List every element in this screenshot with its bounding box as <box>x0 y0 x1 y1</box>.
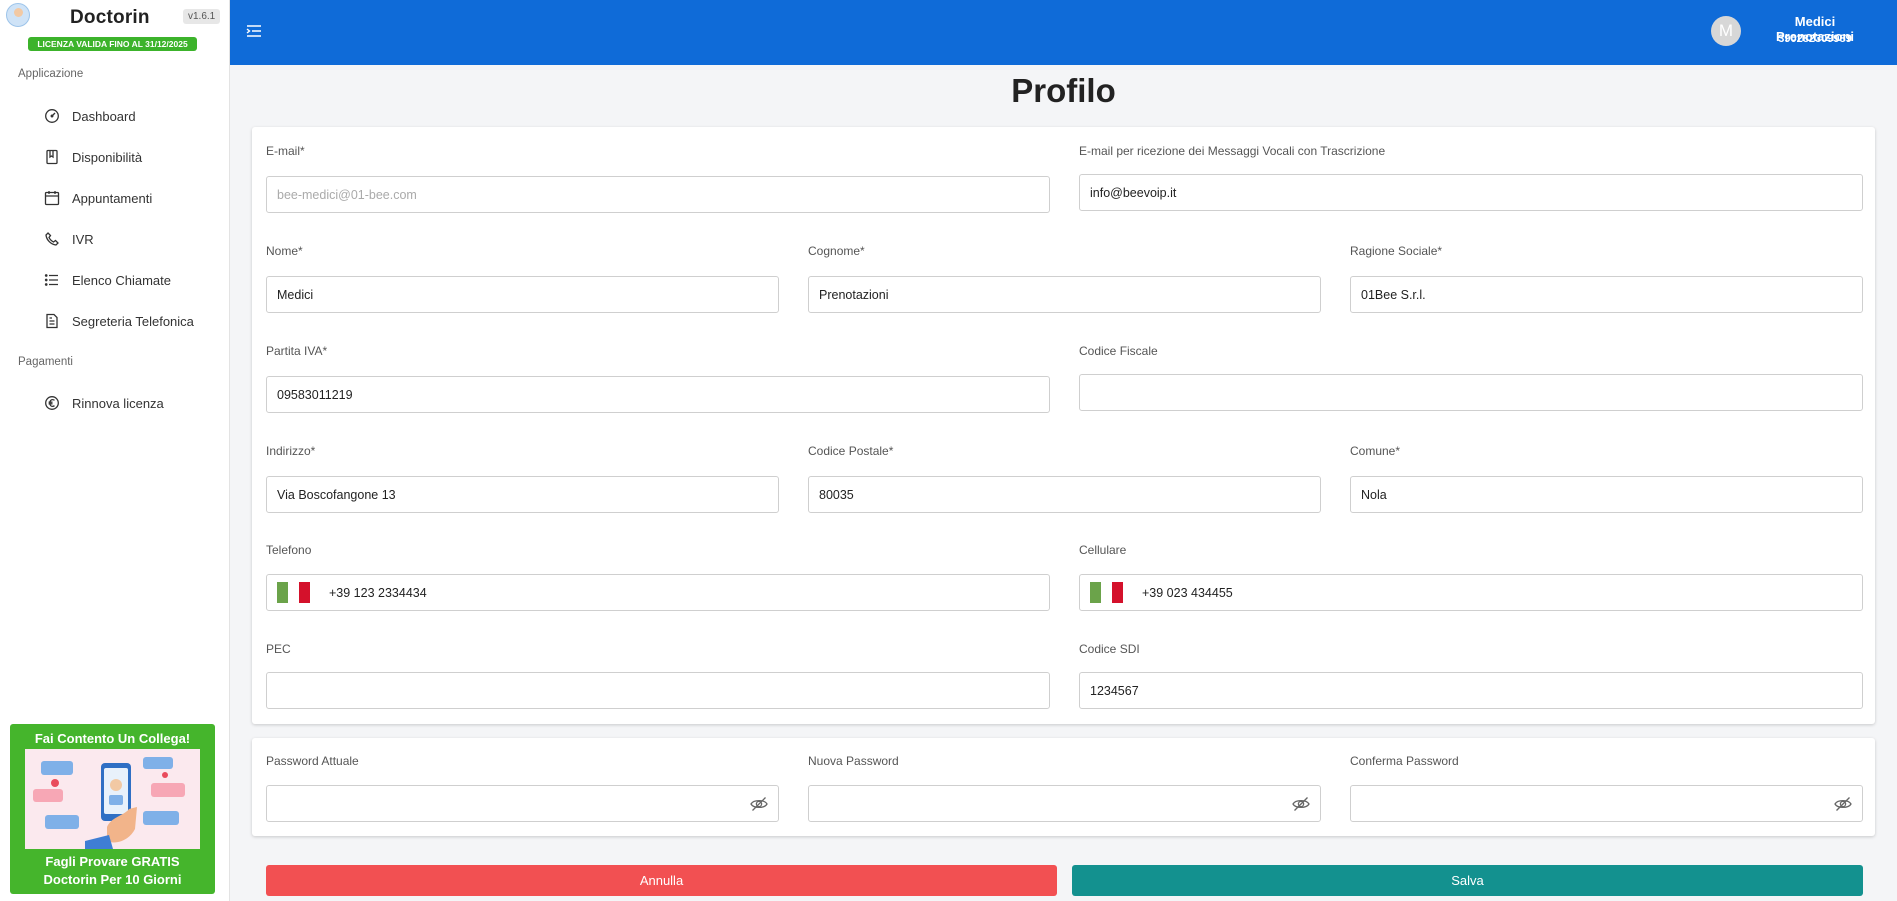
sidebar-item-appuntamenti[interactable]: Appuntamenti <box>44 185 152 211</box>
user-avatar[interactable]: M <box>1711 16 1741 46</box>
nuova-password-field[interactable] <box>808 785 1321 822</box>
book-icon <box>46 149 58 165</box>
partita-iva-field[interactable]: 09583011219 <box>266 376 1050 413</box>
sidebar-item-label: Disponibilità <box>72 149 143 165</box>
promo-illustration <box>25 749 200 849</box>
promo-title: Fai Contento Un Collega! <box>34 731 191 746</box>
brand-name: Doctorin <box>70 7 150 28</box>
cancel-button[interactable]: Annulla <box>266 865 1057 896</box>
sidebar-item-label: Dashboard <box>72 108 136 124</box>
codice-sdi-field[interactable]: 1234567 <box>1079 672 1863 709</box>
version-badge: v1.6.1 <box>183 9 221 24</box>
calendar-icon <box>44 191 60 206</box>
email-voice-label: E-mail per ricezione dei Messaggi Vocali… <box>1079 144 1386 158</box>
codice-fiscale-label: Codice Fiscale <box>1079 344 1158 358</box>
gauge-icon <box>45 109 59 123</box>
telefono-field[interactable]: +39 123 2334434 <box>266 574 1050 611</box>
italy-flag-icon[interactable] <box>277 582 310 603</box>
comune-label: Comune* <box>1350 444 1401 458</box>
sidebar-item-rinnova-licenza[interactable]: Rinnova licenza <box>44 390 164 416</box>
conferma-password-field[interactable] <box>1350 785 1863 822</box>
section-title-applicazione: Applicazione <box>18 68 84 80</box>
italy-flag-icon[interactable] <box>1090 582 1123 603</box>
sidebar-item-segreteria-telefonica[interactable]: Segreteria Telefonica <box>44 308 194 334</box>
brand: Doctorin v1.6.1 LICENZA VALIDA FINO AL 3… <box>0 0 229 56</box>
eye-off-icon[interactable] <box>1834 796 1852 812</box>
sidebar-item-disponibilita[interactable]: Disponibilità <box>44 144 142 170</box>
indirizzo-field[interactable]: Via Boscofangone 13 <box>266 476 779 513</box>
nuova-password-label: Nuova Password <box>808 754 899 768</box>
nome-field[interactable]: Medici <box>266 276 779 313</box>
topbar: M Medici Prenotazioni 390282309989 <box>230 0 1897 65</box>
user-phone: 390282309989 <box>1778 33 1852 45</box>
document-icon <box>46 313 58 329</box>
phone-icon <box>45 232 59 246</box>
list-icon <box>44 274 58 286</box>
email-voice-field[interactable]: info@beevoip.it <box>1079 174 1863 211</box>
sidebar-item-label: IVR <box>72 231 94 247</box>
ragione-sociale-field[interactable]: 01Bee S.r.l. <box>1350 276 1863 313</box>
cognome-field[interactable]: Prenotazioni <box>808 276 1321 313</box>
sidebar-item-label: Rinnova licenza <box>72 395 164 411</box>
sidebar: Doctorin v1.6.1 LICENZA VALIDA FINO AL 3… <box>0 0 230 901</box>
sidebar-item-elenco-chiamate[interactable]: Elenco Chiamate <box>44 267 171 293</box>
cognome-label: Cognome* <box>808 244 865 258</box>
promo-line-1: Fagli Provare GRATIS <box>45 854 180 869</box>
referral-promo[interactable]: Fai Contento Un Collega! Fagli Provare G… <box>10 724 215 894</box>
nome-label: Nome* <box>266 244 303 258</box>
promo-text: Fagli Provare GRATIS Doctorin Per 10 Gio… <box>10 853 215 889</box>
cellulare-label: Cellulare <box>1079 543 1127 557</box>
email-field[interactable]: bee-medici@01-bee.com <box>266 176 1050 213</box>
menu-toggle-icon[interactable] <box>246 24 262 38</box>
license-badge: LICENZA VALIDA FINO AL 31/12/2025 <box>28 37 197 51</box>
telefono-value: +39 123 2334434 <box>329 585 427 600</box>
sidebar-item-ivr[interactable]: IVR <box>44 226 94 252</box>
password-attuale-label: Password Attuale <box>266 754 359 768</box>
section-title-pagamenti: Pagamenti <box>18 356 73 368</box>
sidebar-item-label: Appuntamenti <box>72 190 153 206</box>
sidebar-item-dashboard[interactable]: Dashboard <box>44 103 136 129</box>
euro-icon <box>45 396 59 410</box>
profile-card <box>252 127 1875 724</box>
indirizzo-label: Indirizzo* <box>266 444 316 458</box>
save-button[interactable]: Salva <box>1072 865 1863 896</box>
eye-off-icon[interactable] <box>750 796 768 812</box>
codice-postale-label: Codice Postale* <box>808 444 894 458</box>
conferma-password-label: Conferma Password <box>1350 754 1459 768</box>
promo-line-2: Doctorin Per 10 Giorni <box>43 872 182 887</box>
ragione-sociale-label: Ragione Sociale* <box>1350 244 1443 258</box>
sidebar-item-label: Segreteria Telefonica <box>72 313 194 329</box>
cellulare-value: +39 023 434455 <box>1142 585 1233 600</box>
pec-field[interactable] <box>266 672 1050 709</box>
telefono-label: Telefono <box>266 543 312 557</box>
codice-sdi-label: Codice SDI <box>1079 642 1140 656</box>
partita-iva-label: Partita IVA* <box>266 344 328 358</box>
cellulare-field[interactable]: +39 023 434455 <box>1079 574 1863 611</box>
sidebar-item-label: Elenco Chiamate <box>72 272 171 288</box>
email-label: E-mail* <box>266 144 305 158</box>
doctor-logo-icon <box>6 3 30 27</box>
password-attuale-field[interactable] <box>266 785 779 822</box>
eye-off-icon[interactable] <box>1292 796 1310 812</box>
codice-postale-field[interactable]: 80035 <box>808 476 1321 513</box>
codice-fiscale-field[interactable] <box>1079 374 1863 411</box>
page-title: Profilo <box>1011 72 1116 109</box>
pec-label: PEC <box>266 642 291 656</box>
comune-field[interactable]: Nola <box>1350 476 1863 513</box>
